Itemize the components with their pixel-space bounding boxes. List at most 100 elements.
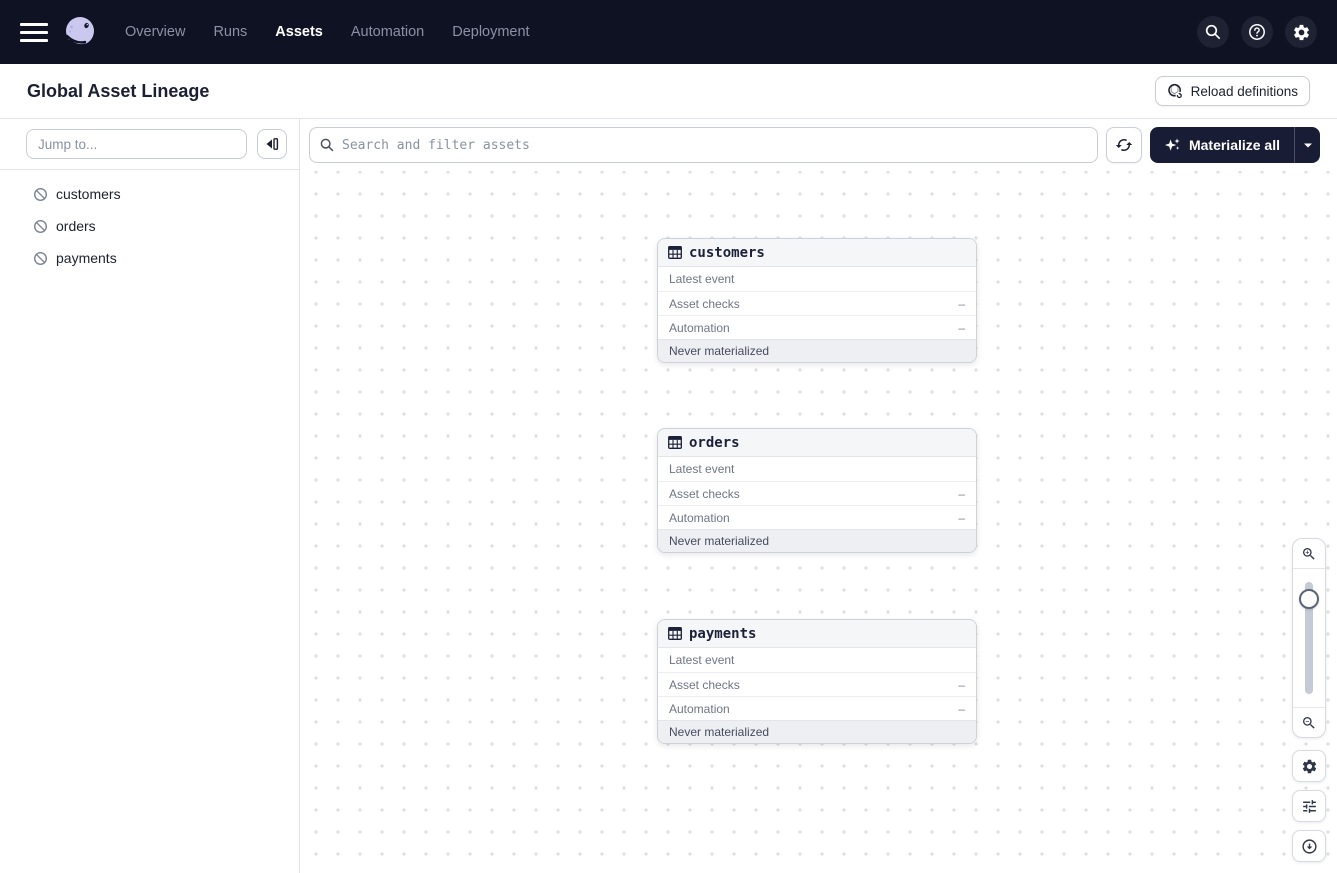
settings-button[interactable] (1285, 16, 1317, 48)
graph-settings-button[interactable] (1292, 750, 1326, 782)
asset-node-title: customers (689, 244, 765, 261)
reload-definitions-button[interactable]: Reload definitions (1154, 76, 1310, 106)
primary-nav: Overview Runs Assets Automation Deployme… (125, 24, 530, 40)
asset-node-title: orders (689, 434, 740, 451)
search-icon (320, 138, 334, 152)
automation-row: Automation – (658, 505, 976, 529)
sidebar-item-orders[interactable]: orders (0, 210, 299, 242)
nav-item-assets[interactable]: Assets (275, 24, 323, 40)
graph-toolbar: Materialize all (309, 127, 1320, 163)
menu-icon[interactable] (20, 18, 48, 46)
slash-circle-icon (33, 219, 48, 233)
sidebar-item-customers[interactable]: customers (0, 178, 299, 210)
materialization-status: Never materialized (658, 339, 976, 362)
search-button[interactable] (1197, 16, 1229, 48)
materialize-options-button[interactable] (1294, 127, 1320, 163)
page-header: Global Asset Lineage Reload definitions (0, 64, 1337, 119)
dagster-logo-image (65, 17, 94, 48)
refresh-graph-button[interactable] (1105, 127, 1142, 163)
slash-circle-icon (33, 187, 48, 201)
zoom-controls (1292, 538, 1326, 738)
asset-node-customers[interactable]: customers Latest event Asset checks – Au… (657, 238, 977, 363)
asset-node-header: orders (658, 429, 976, 457)
recenter-view-button[interactable] (1292, 830, 1326, 862)
chevron-down-icon (1303, 143, 1312, 147)
row-label: Latest event (669, 462, 735, 476)
row-value: – (958, 486, 965, 501)
help-icon (1249, 24, 1265, 40)
table-icon (668, 627, 682, 640)
refresh-icon (1115, 139, 1133, 151)
dagster-logo[interactable] (60, 12, 100, 52)
zoom-out-icon (1303, 716, 1315, 729)
collapse-panel-button[interactable] (257, 129, 287, 159)
zoom-out-button[interactable] (1293, 707, 1325, 737)
sidebar-item-label: orders (56, 218, 96, 234)
graph-filters-button[interactable] (1292, 790, 1326, 822)
automation-row: Automation – (658, 696, 976, 720)
automation-row: Automation – (658, 315, 976, 339)
row-label: Latest event (669, 653, 735, 667)
nav-item-automation[interactable]: Automation (351, 24, 424, 40)
nav-item-overview[interactable]: Overview (125, 24, 185, 40)
sidebar-toolbar (0, 119, 299, 170)
row-label: Asset checks (669, 486, 740, 501)
jump-to-input[interactable] (26, 129, 247, 159)
row-label: Latest event (669, 272, 735, 286)
reload-definitions-label: Reload definitions (1190, 83, 1298, 99)
asset-node-title: payments (689, 625, 757, 642)
row-value: – (958, 510, 965, 525)
zoom-slider (1293, 569, 1325, 707)
materialize-all-button[interactable]: Materialize all (1150, 127, 1294, 163)
asset-node-payments[interactable]: payments Latest event Asset checks – Aut… (657, 619, 977, 744)
nav-right-actions (1197, 16, 1317, 48)
nav-item-deployment[interactable]: Deployment (452, 24, 529, 40)
asset-node-header: customers (658, 239, 976, 267)
sidebar-item-label: payments (56, 250, 117, 266)
code-location-reload-icon (1167, 83, 1183, 99)
row-label: Automation (669, 510, 730, 525)
asset-checks-row: Asset checks – (658, 672, 976, 696)
asset-checks-row: Asset checks – (658, 291, 976, 315)
row-value: – (958, 701, 965, 716)
zoom-in-button[interactable] (1293, 539, 1325, 569)
asset-search-input[interactable] (309, 127, 1098, 163)
zoom-slider-thumb[interactable] (1299, 589, 1319, 609)
row-label: Asset checks (669, 677, 740, 692)
asset-list: customers orders payments (0, 170, 299, 274)
materialize-all-label: Materialize all (1188, 137, 1280, 153)
arrow-down-circle-icon (1301, 838, 1317, 854)
table-icon (668, 246, 682, 259)
table-icon (668, 436, 682, 449)
asset-node-orders[interactable]: orders Latest event Asset checks – Autom… (657, 428, 977, 553)
sparkle-icon (1164, 137, 1180, 151)
gear-icon (1302, 759, 1316, 773)
nav-item-runs[interactable]: Runs (213, 24, 247, 40)
row-label: Automation (669, 320, 730, 335)
search-icon (1205, 24, 1221, 40)
asset-sidebar: customers orders payments (0, 119, 300, 873)
help-button[interactable] (1241, 16, 1273, 48)
materialization-status: Never materialized (658, 529, 976, 552)
latest-event-row: Latest event (658, 457, 976, 481)
latest-event-row: Latest event (658, 648, 976, 672)
row-value: – (958, 677, 965, 692)
page-title: Global Asset Lineage (27, 80, 210, 101)
row-label: Asset checks (669, 296, 740, 311)
row-value: – (958, 296, 965, 311)
sidebar-item-payments[interactable]: payments (0, 242, 299, 274)
gear-icon (1293, 24, 1309, 40)
asset-checks-row: Asset checks – (658, 481, 976, 505)
row-value: – (958, 320, 965, 335)
asset-node-header: payments (658, 620, 976, 648)
asset-search (309, 127, 1098, 163)
lineage-graph-pane[interactable]: Materialize all customers (300, 119, 1337, 873)
top-nav: Overview Runs Assets Automation Deployme… (0, 0, 1337, 64)
zoom-in-icon (1303, 547, 1315, 560)
tune-sliders-icon (1302, 799, 1316, 813)
materialize-all-group: Materialize all (1149, 127, 1320, 163)
sidebar-item-label: customers (56, 186, 121, 202)
content-area: customers orders payments (0, 119, 1337, 873)
slash-circle-icon (33, 251, 48, 265)
materialization-status: Never materialized (658, 720, 976, 743)
